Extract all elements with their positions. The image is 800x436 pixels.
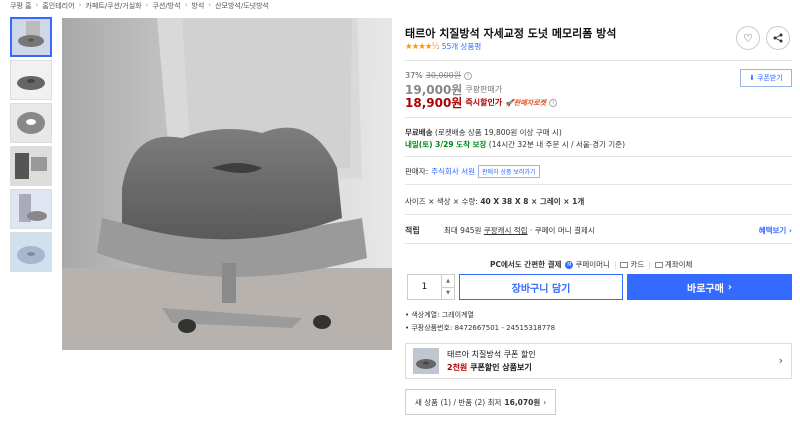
breadcrumb-item[interactable]: 쿠팡 홈 xyxy=(10,1,32,11)
buy-now-button[interactable]: 바로구매 › xyxy=(627,274,792,300)
seller-name-link[interactable]: 주식회사 서원 xyxy=(431,166,475,177)
original-price: 30,000원 xyxy=(425,71,462,80)
detail-item: • 쿠팡상품번호: 8472667501 - 24515318778 xyxy=(405,324,556,332)
breadcrumb-item[interactable]: 산모방석/도넛방석 xyxy=(215,1,269,11)
heart-icon[interactable]: ♡ xyxy=(736,26,760,50)
info-icon[interactable]: i xyxy=(549,98,558,107)
add-to-cart-button[interactable]: 장바구니 담기 xyxy=(459,274,623,300)
original-price-row: 37% 30,000원 i xyxy=(405,70,473,81)
coupon-promo-banner[interactable]: 태르아 치질방석 쿠폰 할인 2천원 쿠폰할인 상품보기 › xyxy=(405,343,792,379)
coupang-cash-link[interactable]: 쿠팡캐시 적립 xyxy=(484,226,528,235)
breadcrumb-item[interactable]: 방석 xyxy=(191,1,204,11)
rating[interactable]: ★★★★½ 55개 상품평 xyxy=(405,41,481,52)
reward-text: 최대 945원 쿠팡캐시 적립 · 쿠페이 머니 결제시 xyxy=(444,226,595,235)
chevron-right-icon: › xyxy=(778,354,783,367)
instant-price: 18,900원 xyxy=(405,96,463,110)
selected-option: 사이즈 × 색상 × 수량: 40 X 38 X 8 × 그레이 × 1개 xyxy=(405,197,585,206)
divider xyxy=(405,60,792,61)
product-main-image xyxy=(62,18,392,350)
discount-rate: 37% xyxy=(405,71,423,80)
instant-price-row: 18,900원 즉시할인가 🚀판매자로켓 i xyxy=(405,94,558,111)
product-title: 태르아 치질방석 자세교정 도넛 메모리폼 방석 xyxy=(405,27,617,40)
divider xyxy=(405,243,792,244)
thumbnail[interactable] xyxy=(10,60,52,100)
quantity-input[interactable]: 1 xyxy=(408,275,442,299)
card-icon xyxy=(620,261,629,268)
delivery-date: 내일(토) 3/29 도착 보장 (14시간 32분 내 주문 시 / 서울⋅경… xyxy=(405,140,626,149)
product-details: • 색상계열: 그레이계열 • 쿠팡상품번호: 8472667501 - 245… xyxy=(405,310,555,336)
breadcrumb: 쿠팡 홈 › 홈인테리어 › 카페트/쿠션/거실화 › 쿠션/방석 › 방석 › 산모방석… xyxy=(10,1,269,11)
breadcrumb-item[interactable]: 카페트/쿠션/거실화 xyxy=(85,1,141,11)
thumbnail[interactable] xyxy=(10,17,52,57)
divider xyxy=(405,156,792,157)
instant-price-label: 즉시할인가 xyxy=(465,98,503,107)
rocket-badge: 🚀판매자로켓 xyxy=(505,98,547,107)
seller-info: 판매자: 주식회사 서원 판매자 상품 보러가기 xyxy=(405,165,540,178)
download-icon: ⬇ xyxy=(749,74,756,82)
divider xyxy=(405,184,792,185)
quantity-up-icon[interactable]: ▲ xyxy=(442,275,454,288)
thumbnail[interactable] xyxy=(10,103,52,143)
thumbnail[interactable] xyxy=(10,189,52,229)
coupay-icon: M xyxy=(565,260,574,269)
quantity-down-icon[interactable]: ▼ xyxy=(442,288,454,300)
thumbnail[interactable] xyxy=(10,232,52,272)
divider xyxy=(405,117,792,118)
thumbnail[interactable] xyxy=(10,146,52,186)
reward-label: 적립 xyxy=(405,226,420,235)
promo-thumbnail xyxy=(413,348,439,374)
chevron-right-icon: › xyxy=(727,281,732,293)
star-rating: ★★★★½ xyxy=(405,41,440,52)
breadcrumb-item[interactable]: 홈인테리어 xyxy=(42,1,74,11)
chevron-right-icon: › xyxy=(543,397,547,407)
promo-subtitle: 2천원 쿠폰할인 상품보기 xyxy=(447,363,532,372)
promo-title: 태르아 치질방석 쿠폰 할인 xyxy=(447,350,536,359)
share-icon[interactable] xyxy=(766,26,790,50)
detail-item: • 색상계열: 그레이계열 xyxy=(405,311,474,319)
divider xyxy=(405,214,792,215)
info-icon[interactable]: i xyxy=(464,71,473,80)
review-count[interactable]: 55개 상품평 xyxy=(442,41,482,52)
payment-intro: PC에서도 간편한 결제 xyxy=(490,260,562,269)
quantity-stepper[interactable]: 1 ▲ ▼ xyxy=(407,274,455,300)
thumbnail-list xyxy=(10,17,52,275)
bank-icon xyxy=(654,261,663,268)
benefits-link[interactable]: 혜택보기 › xyxy=(759,225,792,236)
payment-methods: PC에서도 간편한 결제 M 쿠페이머니 | 카드 | 계좌이체 xyxy=(490,260,693,269)
new-used-offers-button[interactable]: 새 상품 (1) / 반품 (2) 최저 16,070원 › xyxy=(405,389,557,415)
breadcrumb-item[interactable]: 쿠션/방석 xyxy=(152,1,180,11)
seller-products-button[interactable]: 판매자 상품 보러가기 xyxy=(478,165,540,178)
shipping-info: 무료배송 (로켓배송 상품 19,800원 이상 구매 시) xyxy=(405,128,562,137)
coupon-button[interactable]: ⬇ 쿠폰받기 xyxy=(740,69,792,87)
